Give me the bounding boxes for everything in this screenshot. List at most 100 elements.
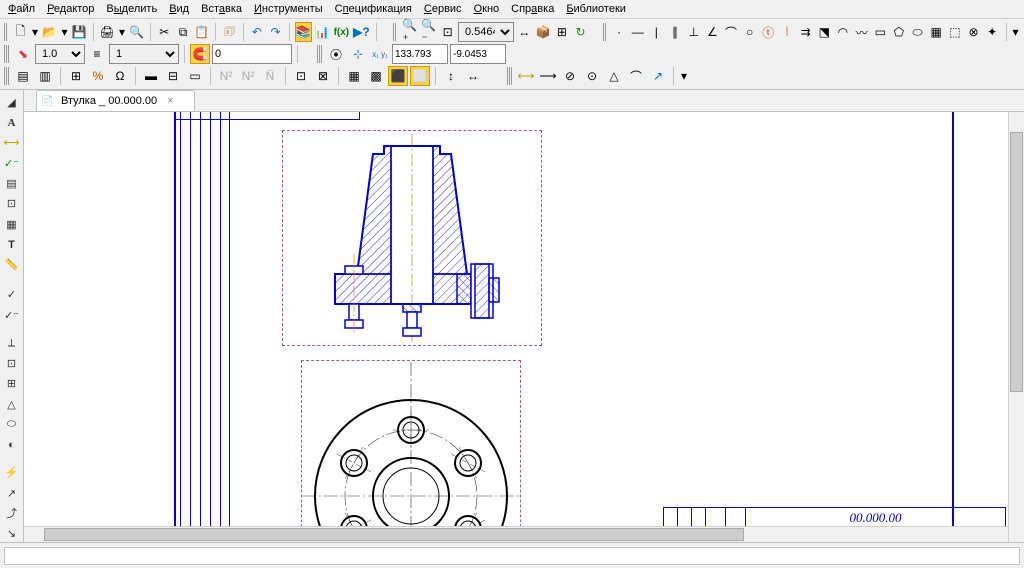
properties-button[interactable]: 🗊: [221, 22, 238, 42]
dim-angle[interactable]: △: [604, 66, 624, 86]
arc-tool[interactable]: ⌒: [723, 22, 740, 42]
lcs-button[interactable]: ⦿: [326, 44, 346, 64]
lp-tool-10[interactable]: ↗: [3, 485, 21, 501]
dropdown[interactable]: ▾: [118, 22, 127, 42]
t16[interactable]: ⬛: [388, 66, 408, 86]
grip[interactable]: [4, 45, 9, 63]
tool-a[interactable]: ⬚: [947, 22, 964, 42]
hline-tool[interactable]: —: [629, 22, 646, 42]
lp-edit-icon[interactable]: ⊡: [3, 196, 21, 212]
rect-tool[interactable]: ▭: [872, 22, 889, 42]
menu-select[interactable]: Выделить: [106, 3, 157, 15]
angle-tool[interactable]: ∠: [704, 22, 721, 42]
layer-button[interactable]: ▤: [13, 66, 33, 86]
lp-geometry-icon[interactable]: ◢: [3, 94, 21, 110]
cut-button[interactable]: [156, 22, 173, 42]
t10[interactable]: N²: [238, 66, 258, 86]
fx-button[interactable]: f(x): [333, 22, 351, 42]
dim-diameter[interactable]: ⊙: [582, 66, 602, 86]
menu-spec[interactable]: Спецификация: [335, 3, 412, 15]
grip[interactable]: [393, 23, 397, 41]
paste-button[interactable]: [193, 22, 210, 42]
point-tool[interactable]: ·: [611, 22, 628, 42]
step-input[interactable]: [212, 44, 292, 64]
refresh-button[interactable]: ↻: [572, 22, 589, 42]
coord-x-input[interactable]: [392, 44, 448, 64]
menu-edit[interactable]: Редактор: [47, 3, 94, 15]
perp-tool[interactable]: ⊥: [685, 22, 702, 42]
menu-view[interactable]: Вид: [169, 3, 189, 15]
linetype-button[interactable]: ≡: [87, 44, 107, 64]
save-button[interactable]: [71, 22, 88, 42]
dropdown[interactable]: ▾: [1011, 22, 1020, 42]
zoom-out-button[interactable]: 🔍⁻: [420, 22, 437, 42]
t6[interactable]: ▬: [141, 66, 161, 86]
scale-select[interactable]: 0.5464: [458, 22, 514, 42]
undo-button[interactable]: [249, 22, 266, 42]
lp-symbol-icon[interactable]: ✓⁻: [3, 155, 21, 171]
lp-measure-icon[interactable]: 📏: [3, 257, 21, 273]
dim-linear[interactable]: ⟷: [516, 66, 536, 86]
vertical-scrollbar[interactable]: [1008, 112, 1024, 542]
zoom-window-button[interactable]: ⊡: [439, 22, 456, 42]
ortho-button[interactable]: ⬊: [13, 44, 33, 64]
t7[interactable]: ⊟: [163, 66, 183, 86]
lineweight-select[interactable]: 1.0: [35, 44, 85, 64]
snap-button[interactable]: 🧲: [190, 44, 210, 64]
zoom-in-button[interactable]: 🔍⁺: [401, 22, 418, 42]
document-tab[interactable]: Втулка _ 00.000.00 ×: [36, 90, 195, 111]
hatch-tool[interactable]: ▦: [928, 22, 945, 42]
t8[interactable]: ▭: [185, 66, 205, 86]
lp-tool-5[interactable]: ⊞: [3, 376, 21, 392]
grip[interactable]: [603, 23, 607, 41]
lp-tool-1[interactable]: ✓: [3, 287, 21, 303]
dim-leader[interactable]: ↗: [648, 66, 668, 86]
fillet-tool[interactable]: ◠: [835, 22, 852, 42]
lp-tool-11[interactable]: ⤴: [3, 505, 21, 521]
drawing-canvas[interactable]: 00.000.00: [24, 112, 1024, 542]
scroll-thumb[interactable]: [1010, 132, 1023, 392]
lp-tool-12[interactable]: ↘: [3, 526, 21, 542]
menu-help[interactable]: Справка: [511, 3, 554, 15]
t2[interactable]: ▥: [35, 66, 55, 86]
t9[interactable]: N²: [216, 66, 236, 86]
t14[interactable]: ▦: [344, 66, 364, 86]
bisector-tool[interactable]: ⦚: [779, 22, 796, 42]
tool-c[interactable]: ✦: [984, 22, 1001, 42]
circle-tool[interactable]: ○: [741, 22, 758, 42]
curve-tool[interactable]: 〰: [853, 22, 870, 42]
lp-param-icon[interactable]: ▦: [3, 216, 21, 232]
menu-window[interactable]: Окно: [474, 3, 500, 15]
menu-libs[interactable]: Библиотеки: [566, 3, 626, 15]
lp-text-icon[interactable]: A: [3, 114, 21, 130]
lp-tool-7[interactable]: ⬭: [3, 416, 21, 432]
menu-tools[interactable]: Инструменты: [254, 3, 323, 15]
vline-tool[interactable]: |: [648, 22, 665, 42]
scroll-thumb[interactable]: [44, 528, 744, 541]
menu-file[interactable]: Файл: [8, 3, 35, 15]
lp-tool-2[interactable]: ✓⁻: [3, 307, 21, 323]
dim-aligned[interactable]: ⟶: [538, 66, 558, 86]
lp-tool-4[interactable]: ⊡: [3, 355, 21, 371]
t15[interactable]: ▩: [366, 66, 386, 86]
grip[interactable]: [4, 23, 8, 41]
lp-tool-6[interactable]: △: [3, 396, 21, 412]
dim-radius[interactable]: ⊘: [560, 66, 580, 86]
redo-button[interactable]: [267, 22, 284, 42]
dropdown[interactable]: ▾: [679, 66, 689, 86]
polygon-tool[interactable]: ⬠: [891, 22, 908, 42]
coord-button[interactable]: ⊹: [348, 44, 368, 64]
lp-tool-9[interactable]: ⚡: [3, 465, 21, 481]
grip[interactable]: [507, 67, 512, 85]
horizontal-scrollbar[interactable]: [24, 526, 1008, 542]
menu-insert[interactable]: Вставка: [201, 3, 242, 15]
lp-dim-icon[interactable]: ⟷: [3, 135, 21, 151]
lp-table-icon[interactable]: ▤: [3, 175, 21, 191]
t3[interactable]: ⊞: [66, 66, 86, 86]
coord-y-input[interactable]: [450, 44, 506, 64]
t17[interactable]: ⬜: [410, 66, 430, 86]
zoom-fit-button[interactable]: ⊞: [554, 22, 571, 42]
t11[interactable]: N̄: [260, 66, 280, 86]
lp-t-icon[interactable]: T: [3, 236, 21, 252]
t19[interactable]: ↔: [463, 66, 483, 86]
